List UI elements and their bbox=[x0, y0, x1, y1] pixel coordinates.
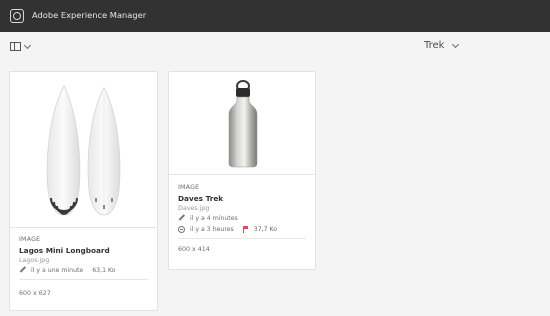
modified-time: il y a 4 minutes bbox=[190, 215, 238, 222]
pencil-icon bbox=[18, 266, 28, 276]
image-dimensions: 600 x 627 bbox=[19, 290, 51, 297]
modified-row: il y a une minute 63,1 Ko bbox=[19, 266, 148, 275]
asset-thumbnail[interactable] bbox=[169, 72, 315, 175]
global-header: Adobe Experience Manager bbox=[0, 0, 550, 32]
chevron-down-icon bbox=[451, 40, 460, 49]
app-title[interactable]: Adobe Experience Manager bbox=[32, 10, 146, 20]
asset-filename: Daves.jpg bbox=[178, 205, 210, 212]
file-size: 37,7 Ko bbox=[253, 226, 278, 233]
file-size: 63,1 Ko bbox=[92, 267, 116, 274]
asset-title[interactable]: Daves Trek bbox=[178, 194, 306, 203]
globe-icon bbox=[178, 226, 185, 233]
asset-title[interactable]: Lagos Mini Longboard bbox=[19, 246, 148, 255]
asset-type: IMAGE bbox=[178, 184, 200, 191]
action-bar bbox=[0, 32, 550, 62]
modified-time: il y a une minute bbox=[31, 267, 84, 274]
view-switcher[interactable]: Trek bbox=[424, 40, 464, 54]
asset-type: IMAGE bbox=[19, 236, 41, 243]
asset-metadata: IMAGE Lagos Mini Longboard Lagos.jpg il … bbox=[19, 236, 148, 297]
flag-icon bbox=[242, 226, 249, 233]
published-time: il y a 3 heures bbox=[190, 226, 234, 233]
divider bbox=[19, 279, 148, 280]
asset-card-lagos[interactable]: IMAGE Lagos Mini Longboard Lagos.jpg il … bbox=[9, 71, 158, 311]
side-panel-icon bbox=[10, 42, 21, 51]
chevron-down-icon bbox=[23, 41, 32, 50]
water-bottle-image bbox=[228, 80, 258, 168]
modified-row: il y a 4 minutes bbox=[178, 214, 306, 223]
pencil-icon bbox=[177, 214, 187, 224]
asset-metadata: IMAGE Daves Trek Daves.jpg il y a 4 minu… bbox=[178, 184, 306, 253]
divider bbox=[178, 238, 306, 239]
image-dimensions: 600 x 414 bbox=[178, 246, 210, 253]
aem-logo-icon[interactable] bbox=[10, 9, 24, 23]
published-row: il y a 3 heures 37,7 Ko bbox=[178, 225, 306, 234]
rail-toggle-button[interactable] bbox=[10, 41, 32, 53]
asset-filename: Lagos.jpg bbox=[19, 257, 50, 264]
view-switcher-label: Trek bbox=[424, 40, 445, 51]
asset-thumbnail[interactable] bbox=[10, 72, 157, 228]
asset-card-daves[interactable]: IMAGE Daves Trek Daves.jpg il y a 4 minu… bbox=[168, 71, 316, 270]
surfboards-image bbox=[46, 85, 121, 216]
